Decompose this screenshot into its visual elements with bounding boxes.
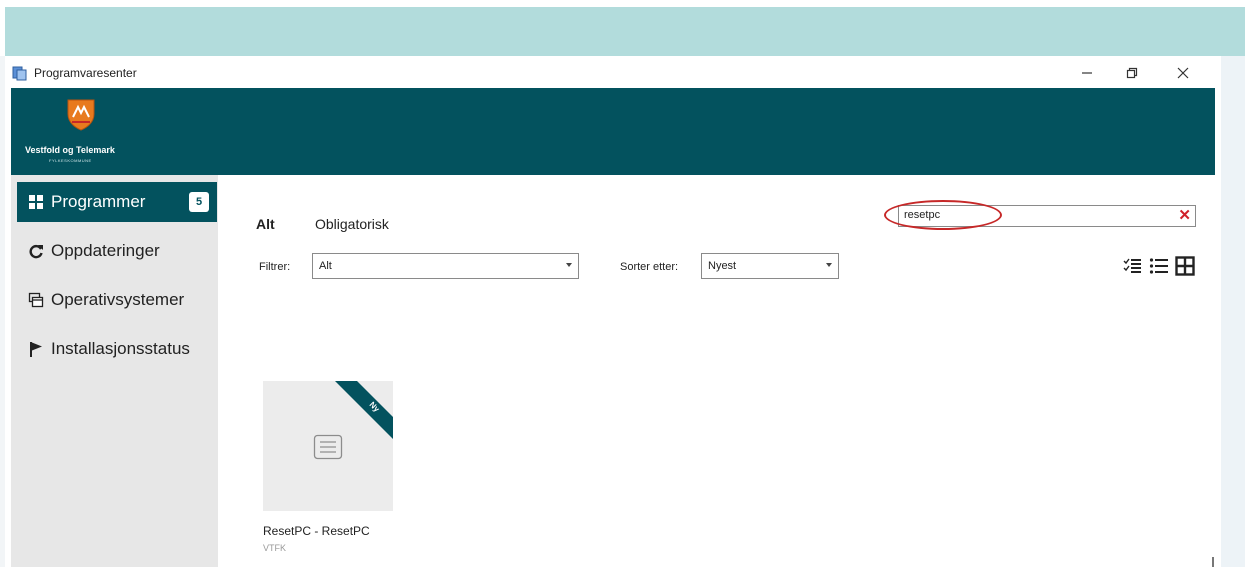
new-ribbon: Ny: [335, 381, 393, 439]
app-window: Programvaresenter Vestfold og Telemark F…: [5, 56, 1221, 567]
org-name: Vestfold og Telemark: [25, 145, 115, 155]
desktop-right-strip: [1221, 56, 1245, 567]
window-title: Programvaresenter: [34, 66, 137, 80]
org-subtitle: FYLKESKOMMUNE: [49, 158, 92, 163]
filter-select-value: Alt: [319, 260, 332, 272]
sidebar-item-label: Installasjonsstatus: [51, 339, 190, 358]
sort-label: Sorter etter:: [620, 261, 679, 273]
app-card-title[interactable]: ResetPC - ResetPC: [263, 524, 370, 538]
close-icon: [1177, 67, 1189, 79]
chevron-down-icon: [826, 263, 832, 267]
app-header: Vestfold og Telemark FYLKESKOMMUNE: [11, 88, 1215, 175]
scrollbar-indicator[interactable]: [1212, 557, 1214, 567]
windows-icon: [27, 291, 45, 309]
filter-select[interactable]: Alt: [312, 253, 579, 279]
filter-label: Filtrer:: [259, 261, 291, 273]
sidebar-item-operativsystemer[interactable]: Operativsystemer: [17, 280, 217, 320]
minimize-icon: [1082, 72, 1092, 74]
crest-logo: [67, 99, 95, 131]
flag-icon: [27, 340, 45, 358]
app-icon: [12, 66, 27, 81]
count-badge: 5: [189, 192, 209, 212]
chevron-down-icon: [566, 263, 572, 267]
clear-search-icon[interactable]: ✕: [1178, 207, 1191, 225]
app-placeholder-icon: [313, 434, 343, 460]
search-input[interactable]: resetpc ✕: [884, 200, 1196, 230]
restore-button[interactable]: [1112, 60, 1152, 86]
sidebar-item-programmer[interactable]: Programmer 5: [17, 182, 217, 222]
sidebar-item-label: Programmer: [51, 192, 146, 211]
list-view-icon[interactable]: [1149, 256, 1169, 276]
desktop-top-bar: [5, 7, 1245, 56]
minimize-button[interactable]: [1067, 60, 1107, 86]
restore-icon: [1126, 67, 1138, 79]
tab-alt[interactable]: Alt: [256, 216, 275, 232]
tab-obligatorisk[interactable]: Obligatorisk: [315, 216, 389, 232]
close-button[interactable]: [1163, 60, 1203, 86]
app-card-thumbnail[interactable]: Ny: [263, 381, 393, 511]
sidebar-item-label: Operativsystemer: [51, 290, 185, 309]
refresh-icon: [27, 242, 45, 260]
checklist-view-icon[interactable]: [1123, 256, 1143, 276]
grid-view-icon[interactable]: [1175, 256, 1195, 276]
sidebar-item-oppdateringer[interactable]: Oppdateringer: [17, 231, 217, 271]
title-bar: Programvaresenter: [5, 56, 1221, 88]
sidebar-item-installasjonsstatus[interactable]: Installasjonsstatus: [17, 329, 217, 369]
sidebar-item-label: Oppdateringer: [51, 241, 160, 260]
sidebar: Programmer 5 Oppdateringer Operativsyste…: [11, 175, 218, 567]
sort-select-value: Nyest: [708, 260, 737, 272]
sort-select[interactable]: Nyest: [701, 253, 839, 279]
search-highlight-annotation: [884, 200, 1002, 230]
app-card-vendor: VTFK: [263, 543, 287, 553]
grid-icon: [27, 193, 45, 211]
